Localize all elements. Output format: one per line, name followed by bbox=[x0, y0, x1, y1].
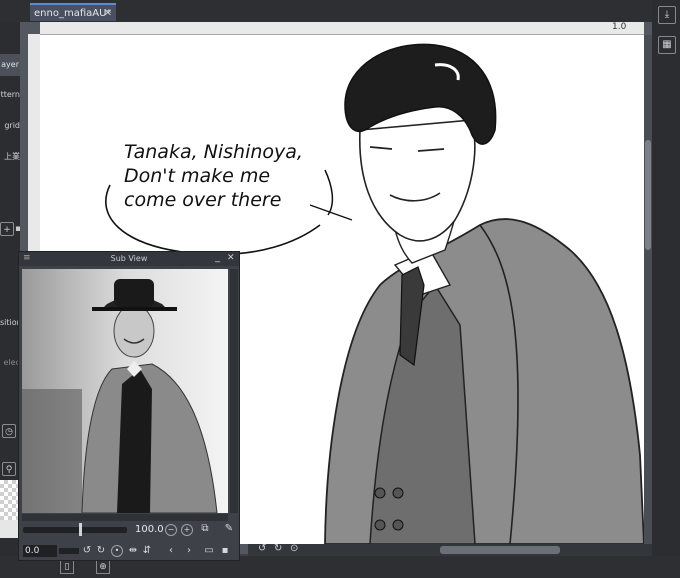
canvas-horizontal-scroll-thumb[interactable] bbox=[440, 546, 560, 554]
coat-button bbox=[392, 487, 404, 499]
subview-panel: Sub View ≡ _ ✕ 100.0 − + ⧉ ✎ 0.0 ↺ ↻ • ⇹… bbox=[18, 251, 240, 561]
canvas-vertical-scrollbar[interactable] bbox=[644, 35, 652, 544]
target-icon[interactable]: ⊕ bbox=[96, 560, 110, 574]
close-icon[interactable]: ✕ bbox=[104, 5, 112, 23]
zoom-in-icon[interactable]: + bbox=[181, 524, 193, 536]
speech-bubble-edge bbox=[324, 169, 334, 216]
coat-button bbox=[392, 519, 404, 531]
reset-icon[interactable]: • bbox=[111, 545, 123, 557]
left-panel-position-label: sition bbox=[0, 318, 20, 327]
panel-menu-icon[interactable]: ≡ bbox=[23, 253, 31, 263]
rotate-left-icon[interactable]: ↺ bbox=[81, 545, 93, 557]
rotate-right-icon[interactable]: ↻ bbox=[95, 545, 107, 557]
tab-title: enno_mafiaAU* bbox=[34, 8, 112, 19]
reference-photo[interactable] bbox=[22, 269, 228, 513]
speech-line: Don't make me bbox=[124, 165, 271, 187]
zoom-value: 100.0 bbox=[135, 524, 164, 535]
trash-icon[interactable]: ▪ bbox=[219, 545, 231, 557]
zoom-out-icon[interactable]: − bbox=[165, 524, 177, 536]
ruler-zoom-label: 1.0 bbox=[612, 22, 627, 32]
coat-shape bbox=[324, 218, 644, 544]
reference-photo-image bbox=[22, 269, 228, 513]
close-icon[interactable]: ✕ bbox=[227, 253, 235, 263]
transparency-swatch[interactable] bbox=[0, 480, 18, 520]
zoom-slider-knob[interactable] bbox=[79, 523, 82, 536]
folder-icon[interactable]: ▭ bbox=[203, 545, 215, 557]
eyedropper-icon[interactable]: ✎ bbox=[223, 523, 235, 535]
coat-button bbox=[374, 519, 386, 531]
ruler-top bbox=[40, 22, 644, 35]
speech-bubble-text: Tanaka, Nishinoya, Don't make me come ov… bbox=[124, 140, 303, 212]
add-layer-icon[interactable]: + bbox=[0, 222, 14, 236]
clock-icon[interactable]: ◷ bbox=[2, 424, 16, 438]
left-panel-item-pattern[interactable]: ttern bbox=[0, 90, 20, 99]
zoom-slider[interactable] bbox=[23, 527, 127, 533]
tool-icon[interactable]: ⚲ bbox=[2, 462, 16, 476]
subview-vertical-scrollbar[interactable] bbox=[230, 269, 238, 513]
face-shape bbox=[358, 119, 476, 242]
flip-horizontal-icon[interactable]: ⇹ bbox=[127, 545, 139, 557]
grid-icon[interactable]: ▦ bbox=[658, 36, 676, 54]
tab-document[interactable]: enno_mafiaAU* ✕ bbox=[30, 3, 116, 21]
flip-vertical-icon[interactable]: ⇵ bbox=[141, 545, 153, 557]
left-panel-item-work[interactable]: 上業 bbox=[0, 151, 20, 162]
fit-icon[interactable]: ⧉ bbox=[199, 523, 211, 535]
reset-icon[interactable]: ⊙ bbox=[290, 543, 298, 554]
canvas-vertical-scroll-thumb[interactable] bbox=[645, 140, 651, 250]
next-icon[interactable]: › bbox=[183, 545, 195, 557]
subview-horizontal-scrollbar[interactable] bbox=[22, 514, 228, 521]
coat-button bbox=[374, 487, 386, 499]
rotation-value[interactable]: 0.0 bbox=[23, 545, 57, 557]
rotation-slider[interactable] bbox=[59, 548, 79, 554]
rotate-right-icon[interactable]: ↻ bbox=[274, 543, 282, 554]
navigator-icon[interactable]: ▯ bbox=[60, 560, 74, 574]
export-icon[interactable]: ⤓ bbox=[658, 6, 676, 24]
left-panel-select-label: elec bbox=[3, 358, 20, 367]
document-tab-bar: enno_mafiaAU* ✕ bbox=[0, 0, 680, 22]
speech-line: come over there bbox=[124, 189, 282, 211]
left-panel-item-grid[interactable]: grid bbox=[0, 121, 20, 130]
color-swatch[interactable] bbox=[0, 520, 18, 538]
speech-line: Tanaka, Nishinoya, bbox=[124, 141, 303, 163]
right-toolbar bbox=[652, 0, 680, 578]
minimize-icon[interactable]: _ bbox=[215, 252, 220, 263]
subview-controls: 100.0 − + ⧉ ✎ 0.0 ↺ ↻ • ⇹ ⇵ ‹ › ▭ ▪ bbox=[19, 522, 239, 560]
left-panel-item-layer[interactable]: ayer bbox=[0, 54, 20, 76]
rotate-left-icon[interactable]: ↺ bbox=[258, 543, 266, 554]
prev-icon[interactable]: ‹ bbox=[165, 545, 177, 557]
subview-title: Sub View bbox=[19, 252, 239, 266]
